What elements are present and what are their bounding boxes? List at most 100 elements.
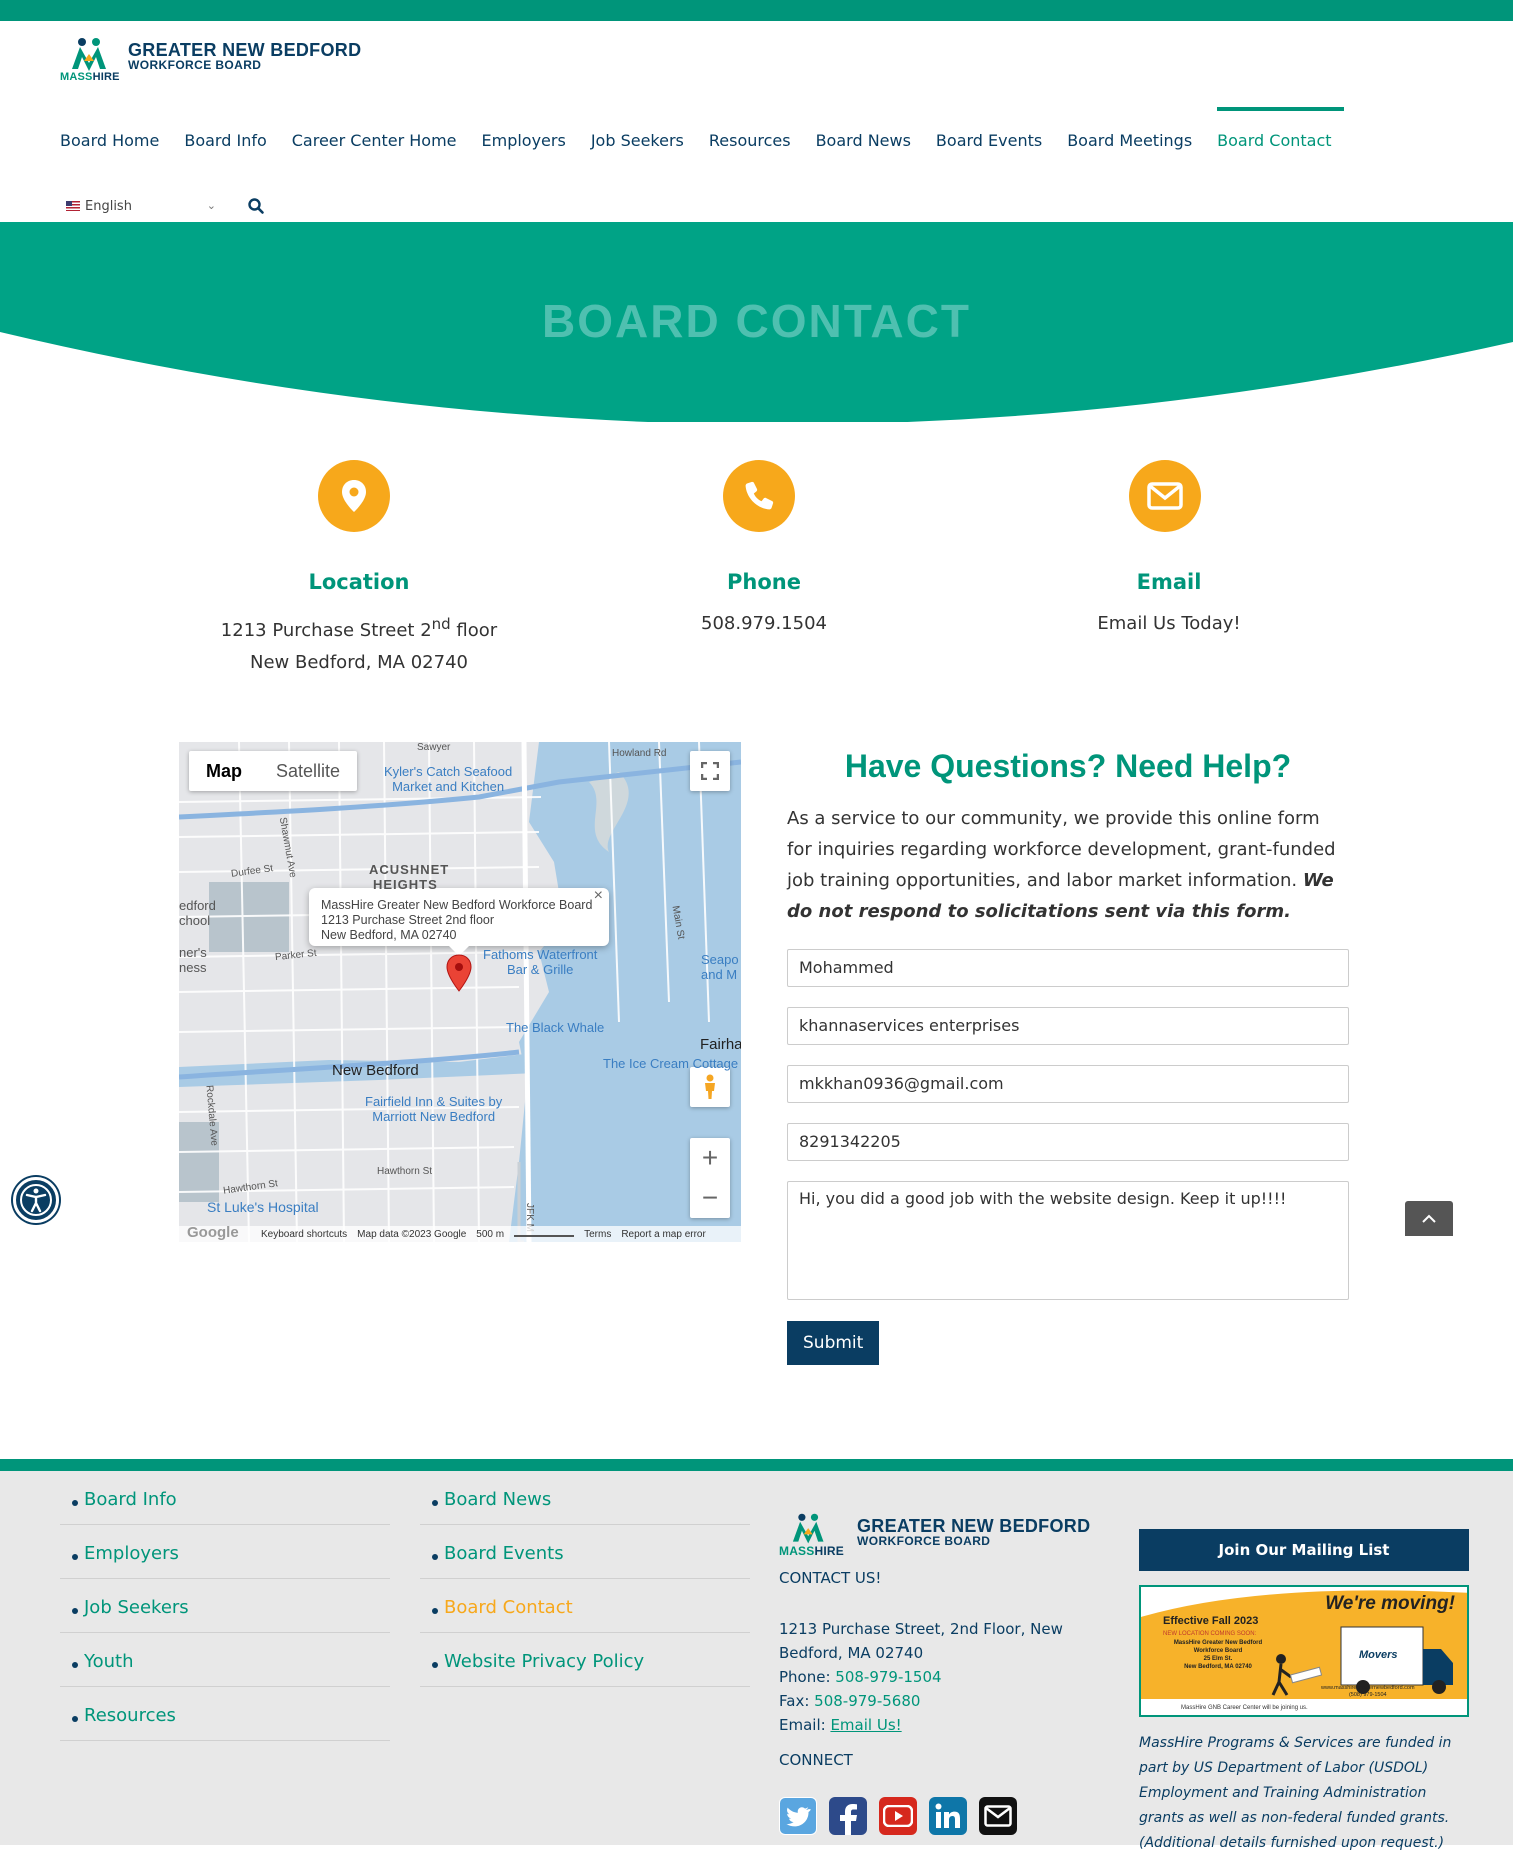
location-title: Location	[308, 570, 410, 594]
contact-info: Location 1213 Purchase Street 2nd floor …	[0, 460, 1513, 690]
email-link[interactable]: Email Us Today!	[1009, 608, 1329, 640]
nav-board-contact[interactable]: Board Contact	[1204, 107, 1344, 171]
contact-form-section: Have Questions? Need Help? As a service …	[787, 742, 1349, 1365]
facebook-icon[interactable]	[829, 1797, 867, 1835]
name-field[interactable]: Mohammed	[787, 949, 1349, 987]
map-data-attribution: Map data ©2023 Google	[357, 1228, 467, 1240]
map-marker-icon[interactable]	[445, 954, 473, 992]
form-intro: As a service to our community, we provid…	[787, 808, 1336, 922]
map-type-satellite-button[interactable]: Satellite	[259, 751, 357, 791]
zoom-in-icon[interactable]: +	[702, 1138, 718, 1178]
email-field[interactable]: mkkhan0936@gmail.com	[787, 1065, 1349, 1103]
phone-number[interactable]: 508.979.1504	[604, 608, 924, 640]
search-icon[interactable]	[247, 197, 265, 215]
chevron-down-icon: ⌄	[206, 199, 216, 212]
footer-mailing: Join Our Mailing List We're moving! Effe…	[1139, 1529, 1469, 1856]
info-address-line-1: 1213 Purchase Street 2nd floor	[321, 913, 495, 927]
moving-headline: We're moving!	[1325, 1593, 1455, 1614]
map-footer: Google Keyboard shortcuts Map data ©2023…	[179, 1224, 741, 1242]
logo-line-1: GREATER NEW BEDFORD	[128, 40, 362, 60]
form-heading: Have Questions? Need Help?	[844, 748, 1292, 784]
google-map[interactable]: Map Satellite + − × MassHire Greater New…	[179, 742, 741, 1242]
footer-phone-link[interactable]: 508-979-1504	[835, 1668, 941, 1686]
footer-link-employers[interactable]: Employers	[60, 1525, 390, 1579]
label-business: ner's ness	[179, 945, 207, 975]
nav-employers[interactable]: Employers	[469, 111, 578, 171]
map-type-map-button[interactable]: Map	[189, 751, 259, 791]
zoom-control: + −	[690, 1138, 730, 1218]
label-fairhaven: Fairha	[700, 1036, 741, 1053]
message-field[interactable]: Hi, you did a good job with the website …	[787, 1181, 1349, 1300]
language-label: English	[85, 198, 132, 214]
footer-links-col-2: Board News Board Events Board Contact We…	[420, 1471, 750, 1687]
scroll-to-top-button[interactable]	[1405, 1201, 1453, 1236]
phone-field[interactable]: 8291342205	[787, 1123, 1349, 1161]
funding-note: MassHire Programs & Services are funded …	[1139, 1735, 1452, 1851]
label-acushnet-heights: ACUSHNET HEIGHTS	[369, 862, 450, 892]
location-address: 1213 Purchase Street 2nd floor New Bedfo…	[220, 615, 498, 673]
company-field[interactable]: khannaservices enterprises	[787, 1007, 1349, 1045]
label-ice-cream-cottage: The Ice Cream Cottage	[603, 1056, 739, 1071]
us-flag-icon	[66, 201, 80, 211]
nav-job-seekers[interactable]: Job Seekers	[578, 111, 696, 171]
masshire-logo-mark: MASSHIRE	[60, 35, 122, 85]
map-canvas	[179, 742, 741, 1242]
hero-banner: BOARD CONTACT	[0, 222, 1513, 422]
label-howland-rd: Howland Rd	[612, 748, 667, 759]
masshire-wordmark: MASSHIRE	[60, 71, 120, 83]
accessibility-icon[interactable]	[13, 1177, 59, 1223]
nav-board-news[interactable]: Board News	[803, 111, 923, 171]
info-address-line-2: New Bedford, MA 02740	[321, 928, 457, 942]
street-view-pegman-icon[interactable]	[690, 1067, 730, 1107]
footer-links-col-1: Board Info Employers Job Seekers Youth R…	[60, 1471, 390, 1741]
email-block: Email Email Us Today!	[1009, 460, 1329, 640]
label-new-bedford: New Bedford	[332, 1062, 419, 1079]
footer-link-youth[interactable]: Youth	[60, 1633, 390, 1687]
close-icon[interactable]: ×	[594, 888, 603, 904]
zoom-out-icon[interactable]: −	[702, 1178, 718, 1218]
label-fathoms: Fathoms Waterfront Bar & Grille	[483, 947, 598, 977]
phone-icon	[723, 460, 795, 532]
map-info-window: × MassHire Greater New Bedford Workforce…	[309, 888, 609, 956]
footer-link-board-contact[interactable]: Board Contact	[420, 1579, 750, 1633]
map-scale[interactable]: 500 m	[476, 1229, 504, 1240]
site-logo[interactable]: MASSHIRE GREATER NEW BEDFORD WORKFORCE B…	[60, 35, 361, 85]
footer-contact: MASSHIRE GREATER NEW BEDFORD WORKFORCE B…	[779, 1511, 1109, 1835]
youtube-icon[interactable]	[879, 1797, 917, 1835]
footer-address: 1213 Purchase Street, 2nd Floor, New Bed…	[779, 1620, 1063, 1734]
main-nav: Board Home Board Info Career Center Home…	[60, 107, 1344, 171]
phone-block: Phone 508.979.1504	[604, 460, 924, 640]
nav-board-info[interactable]: Board Info	[171, 111, 278, 171]
footer-link-privacy-policy[interactable]: Website Privacy Policy	[420, 1633, 750, 1687]
moving-announcement-image[interactable]: We're moving! Effective Fall 2023 NEW LO…	[1139, 1585, 1469, 1717]
nav-board-meetings[interactable]: Board Meetings	[1054, 111, 1204, 171]
submit-button[interactable]: Submit	[787, 1321, 880, 1365]
footer-link-board-events[interactable]: Board Events	[420, 1525, 750, 1579]
join-mailing-list-button[interactable]: Join Our Mailing List	[1139, 1529, 1469, 1571]
nav-resources[interactable]: Resources	[696, 111, 803, 171]
footer-logo[interactable]: MASSHIRE GREATER NEW BEDFORD WORKFORCE B…	[779, 1511, 1109, 1558]
footer-fax-link[interactable]: 508-979-5680	[814, 1692, 920, 1710]
map-pin-icon	[318, 460, 390, 532]
location-block: Location 1213 Purchase Street 2nd floor …	[199, 460, 519, 679]
keyboard-shortcuts-link[interactable]: Keyboard shortcuts	[261, 1229, 347, 1240]
report-error-link[interactable]: Report a map error	[621, 1229, 705, 1240]
footer-email-link[interactable]: Email Us!	[830, 1716, 901, 1734]
nav-board-events[interactable]: Board Events	[923, 111, 1054, 171]
language-select[interactable]: English ⌄	[66, 191, 216, 221]
linkedin-icon[interactable]	[929, 1797, 967, 1835]
map-scale-bar	[514, 1231, 575, 1237]
email-title: Email	[1136, 570, 1202, 594]
twitter-icon[interactable]	[779, 1797, 817, 1835]
footer-link-board-news[interactable]: Board News	[420, 1471, 750, 1525]
email-icon[interactable]	[979, 1797, 1017, 1835]
logo-line-2: WORKFORCE BOARD	[128, 58, 262, 72]
footer-link-board-info[interactable]: Board Info	[60, 1471, 390, 1525]
fullscreen-icon[interactable]	[690, 751, 730, 791]
nav-board-home[interactable]: Board Home	[60, 111, 171, 171]
footer-link-resources[interactable]: Resources	[60, 1687, 390, 1741]
footer-link-job-seekers[interactable]: Job Seekers	[60, 1579, 390, 1633]
terms-link[interactable]: Terms	[584, 1229, 611, 1240]
label-hawthorn-st-east: Hawthorn St	[377, 1166, 433, 1177]
nav-career-center-home[interactable]: Career Center Home	[279, 111, 469, 171]
